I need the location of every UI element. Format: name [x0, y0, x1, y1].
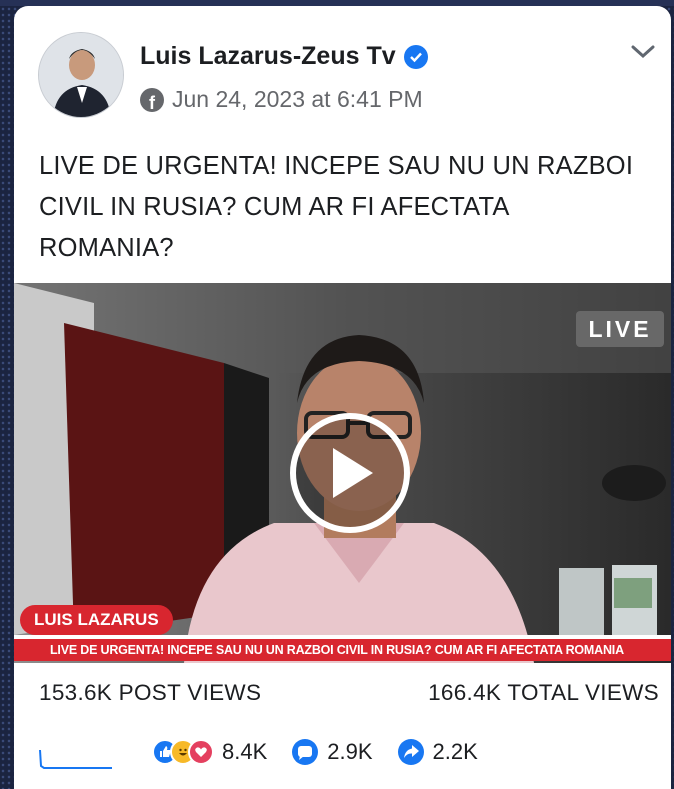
reactions-icons [152, 739, 214, 765]
author-name-row: Luis Lazarus-Zeus Tv [140, 42, 428, 71]
comment-icon [291, 738, 319, 766]
engagement-stats: 8.4K 2.9K 2.2K [152, 734, 502, 770]
facebook-icon: f [140, 87, 164, 112]
play-icon [333, 448, 373, 498]
author-avatar[interactable] [38, 32, 124, 118]
lower-third-name-tag: LUIS LAZARUS [20, 605, 173, 635]
video-player[interactable]: LIVE LUIS LAZARUS LIVE DE URGENTA! INCEP… [14, 283, 671, 663]
post-meta: f Jun 24, 2023 at 6:41 PM [140, 86, 423, 113]
post-text: LIVE DE URGENTA! INCEPE SAU NU UN RAZBOI… [39, 152, 634, 262]
views-sparkline-icon [39, 749, 112, 769]
reactions-count: 8.4K [222, 739, 268, 764]
reactions-stat[interactable]: 8.4K [152, 739, 267, 765]
verified-badge-icon [403, 44, 428, 69]
shares-stat[interactable]: 2.2K [397, 738, 478, 766]
share-icon [397, 738, 425, 766]
total-views: 166.4K TOTAL VIEWS [428, 680, 659, 705]
chevron-down-icon[interactable] [630, 42, 656, 62]
author-name[interactable]: Luis Lazarus-Zeus Tv [140, 42, 396, 71]
news-ticker: LIVE DE URGENTA! INCEPE SAU NU UN RAZBOI… [14, 639, 671, 661]
comments-count: 2.9K [327, 739, 373, 764]
love-reaction-icon [188, 739, 214, 765]
post-views: 153.6K POST VIEWS [39, 680, 262, 705]
shares-count: 2.2K [432, 739, 478, 764]
post-timestamp[interactable]: Jun 24, 2023 at 6:41 PM [172, 86, 423, 113]
play-button[interactable] [290, 413, 410, 533]
comments-stat[interactable]: 2.9K [291, 738, 373, 766]
live-badge: LIVE [576, 311, 664, 347]
post-card: Luis Lazarus-Zeus Tv f Jun 24, 2023 at 6… [14, 6, 671, 789]
